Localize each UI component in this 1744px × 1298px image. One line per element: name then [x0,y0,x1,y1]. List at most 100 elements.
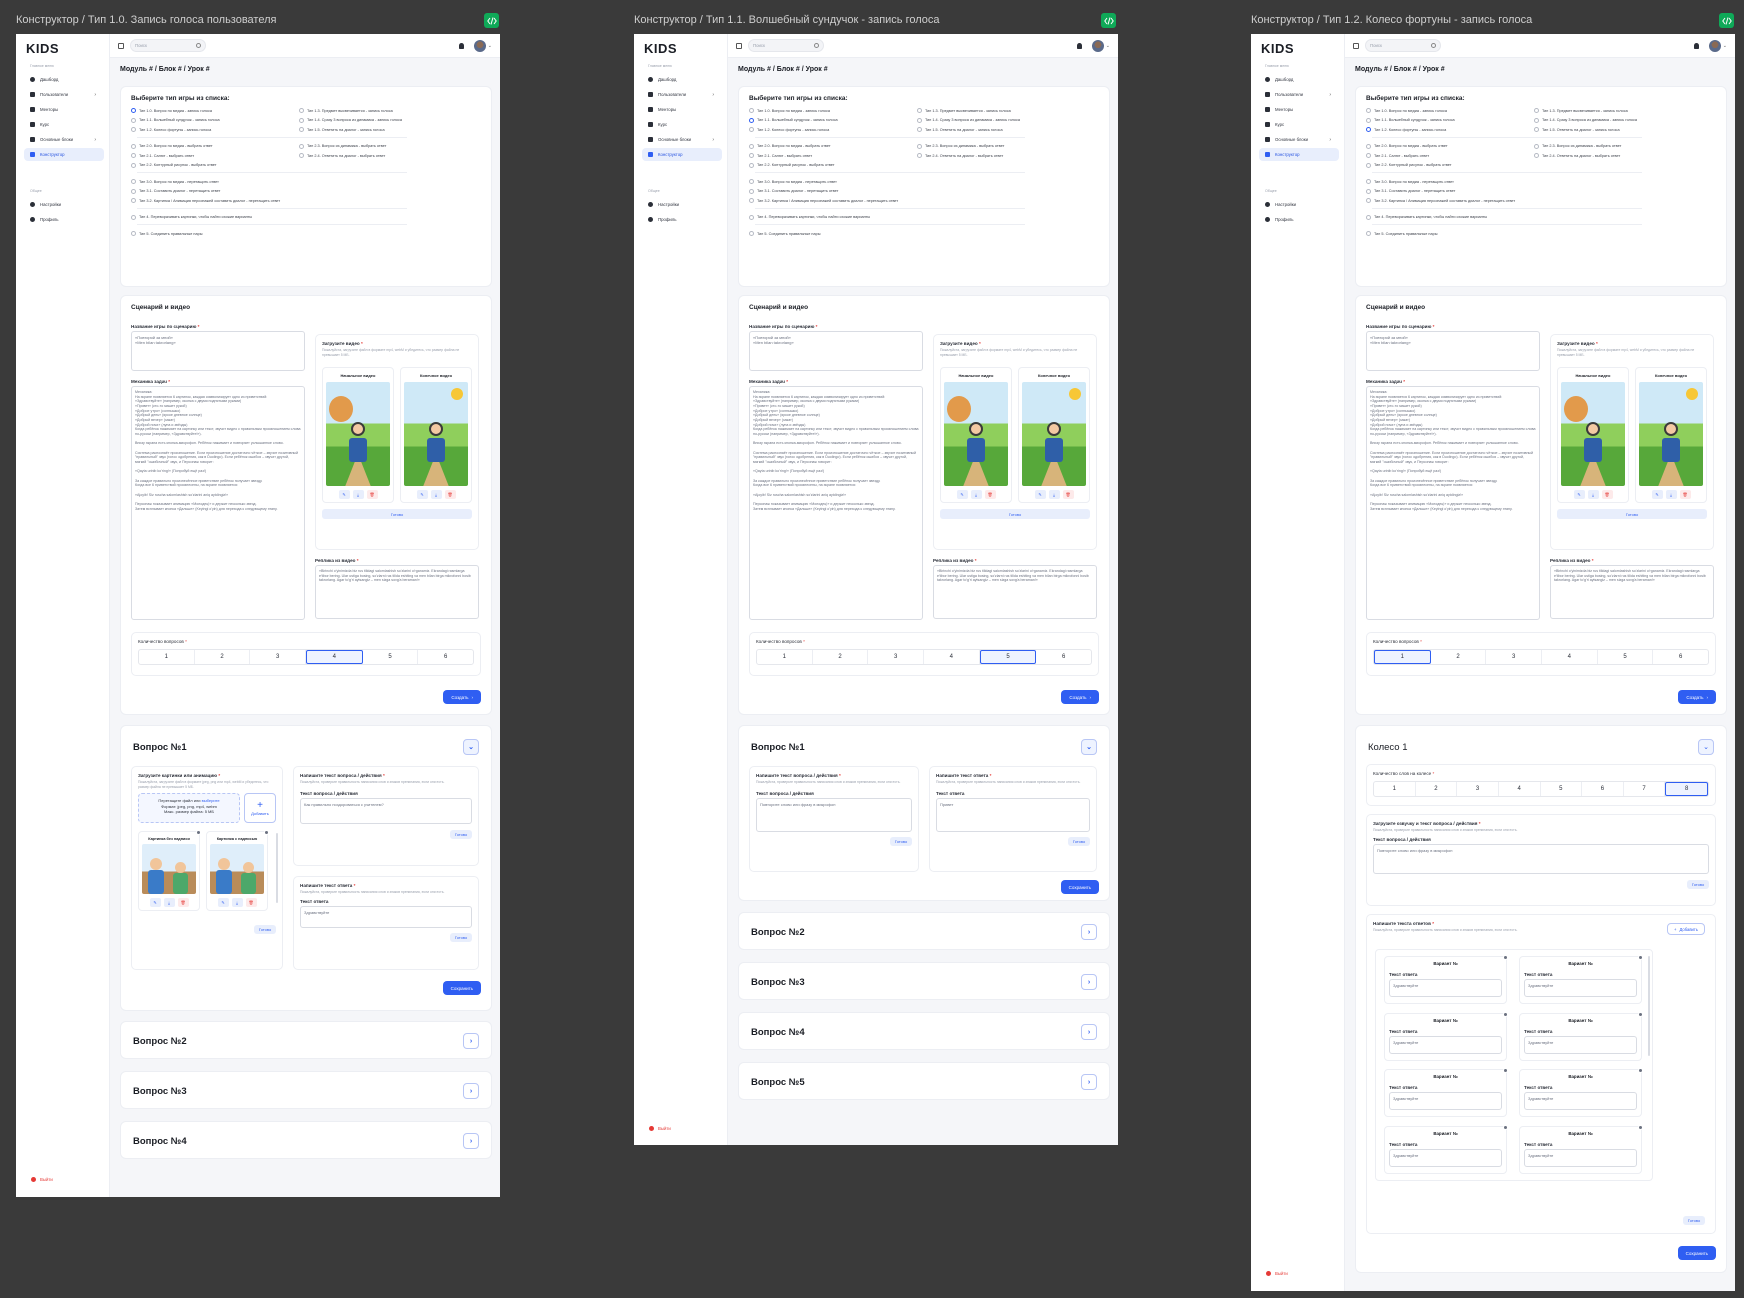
sidebar-item-settings[interactable]: Настройки [16,198,104,211]
type-option[interactable]: Тип 1.3. Предмет высвечивается - запись … [1534,108,1628,114]
type-option[interactable]: Тип 1.0. Вопрос по медиа - запись голоса [131,108,299,114]
ready-button[interactable]: Готово [1683,1216,1705,1225]
ready-button[interactable]: Готово [450,829,472,839]
edit-icon[interactable]: ✎ [149,898,161,908]
type-option[interactable]: Тип 1.4. Сразу 3 вопроса из динамика - з… [917,117,1020,123]
chevron-down-icon[interactable]: ⌄ [1081,739,1097,755]
sidebar-item-profile[interactable]: Профиль [634,213,722,226]
type-option[interactable]: Тип 2.4. Ответить на диалог - выбрать от… [299,153,385,159]
type-option[interactable]: Тип 1.4. Сразу 3 вопроса из динамика - з… [1534,117,1637,123]
type-option[interactable]: Тип 2.2. Контурный рисунок - выбрать отв… [131,162,299,168]
video-thumbnail[interactable] [1561,382,1625,487]
ready-button[interactable]: Готово [890,836,912,846]
video-thumbnail[interactable] [1639,382,1703,487]
type-option[interactable]: Тип 3.1. Составить диалог - перетащить о… [749,188,917,194]
sidebar-item-blocks[interactable]: Основные блоки › [634,133,722,146]
type-option[interactable]: Тип 2.4. Ответить на диалог - выбрать от… [917,153,1003,159]
search-input[interactable]: Поиск [748,39,824,52]
video-thumbnail[interactable] [404,382,468,487]
close-icon[interactable] [1503,1068,1508,1073]
create-button[interactable]: Создать › [1678,690,1716,704]
video-thumbnail[interactable] [326,382,390,487]
sidebar-item-settings[interactable]: Настройки [1251,198,1339,211]
avatar[interactable] [474,39,486,52]
type-option[interactable]: Тип 3.2. Картинка / Анимация персонажей … [1366,198,1515,204]
download-icon[interactable]: ⤓ [352,490,364,500]
trash-icon[interactable]: 🗑 [366,490,378,500]
sidebar-item-users[interactable]: Пользователи › [634,88,722,101]
game-name-input[interactable]: «Повторяй за мной» «Men bilan takrorlang… [749,331,923,371]
type-option[interactable]: Тип 3.2. Картинка / Анимация персонажей … [749,198,898,204]
question-2-card[interactable]: Вопрос №2 › [738,912,1110,950]
download-icon[interactable]: ⤓ [970,490,982,500]
type-option[interactable]: Тип 5. Соединить правильные пары [131,231,299,237]
count-selector[interactable]: 123456 [756,649,1092,665]
answer-input[interactable]: Здравствуйте [1389,979,1502,997]
ready-button[interactable]: Готово [1557,509,1707,520]
chevron-down-icon[interactable]: ⌄ [1106,43,1110,49]
type-option[interactable]: Тип 2.3. Вопрос из динамика - выбрать от… [1534,143,1621,149]
file-dropzone[interactable]: Перетащите файл или выберите Формат: jpeg… [138,793,240,824]
answer-input[interactable]: Здравствуйте [1389,1035,1502,1054]
logout-button[interactable]: Выйти [649,1126,671,1131]
type-option[interactable]: Тип 3.0. Вопрос по медиа - перетащить от… [1366,179,1534,185]
type-option[interactable]: Тип 1.3. Предмет высвечивается - запись … [917,108,1011,114]
type-option[interactable]: Тип 1.1. Волшебный сундучок - запись гол… [131,117,299,123]
answer-input[interactable]: Здравствуйте [1524,1035,1637,1054]
type-option[interactable]: Тип 2.1. Салют - выбрать ответ [131,153,299,159]
type-option[interactable]: Тип 4. Переворачивать картинки, чтобы на… [131,214,252,220]
search-input[interactable]: Поиск [1365,39,1441,52]
chevron-right-icon[interactable]: › [1081,924,1097,940]
save-button[interactable]: Сохранить [1060,880,1099,894]
ready-button[interactable]: Готово [254,925,276,935]
sidebar-toggle-icon[interactable] [118,42,124,49]
sidebar-item-constructor[interactable]: Конструктор [24,148,104,161]
sidebar-item-constructor[interactable]: Конструктор [642,148,722,161]
create-button[interactable]: Создать › [1061,690,1099,704]
type-option[interactable]: Тип 2.0. Вопрос по медиа - выбрать ответ [1366,143,1534,149]
download-icon[interactable]: ⤓ [430,490,442,500]
avatar[interactable] [1092,39,1104,52]
download-icon[interactable]: ⤓ [163,898,175,908]
mechanics-textarea[interactable]: Механика: На экране появляется 6 картино… [131,386,305,620]
sidebar-item-users[interactable]: Пользователи › [16,88,104,101]
type-option[interactable]: Тип 2.1. Салют - выбрать ответ [1366,153,1534,159]
trash-icon[interactable]: 🗑 [984,490,996,500]
download-icon[interactable]: ⤓ [1665,490,1677,500]
question-text-input[interactable]: Повторите слово или фразу в микрофон [1373,843,1709,874]
type-option[interactable]: Тип 1.0. Вопрос по медиа - запись голоса [1366,108,1534,114]
sidebar-item-blocks[interactable]: Основные блоки › [1251,133,1339,146]
type-option[interactable]: Тип 2.2. Контурный рисунок - выбрать отв… [749,162,917,168]
type-option[interactable]: Тип 1.2. Колесо фортуны - запись голоса [749,127,917,133]
ready-button[interactable]: Готово [940,509,1090,520]
mechanics-textarea[interactable]: Механика: На экране появляется 6 картино… [1366,386,1540,620]
ready-button[interactable]: Готово [1068,836,1090,846]
type-option[interactable]: Тип 1.1. Волшебный сундучок - запись гол… [1366,117,1534,123]
type-option[interactable]: Тип 1.0. Вопрос по медиа - запись голоса [749,108,917,114]
question-text-input[interactable]: Повторите слово или фразу в микрофон [756,797,912,832]
chevron-right-icon[interactable]: › [463,1133,479,1149]
type-option[interactable]: Тип 3.1. Составить диалог - перетащить о… [131,188,299,194]
sidebar-item-users[interactable]: Пользователи › [1251,88,1339,101]
count-selector[interactable]: 123456 [1373,649,1709,665]
save-button[interactable]: Сохранить [442,981,481,995]
type-option[interactable]: Тип 1.5. Ответить на диалог - запись гол… [1534,127,1620,133]
sidebar-item-mentors[interactable]: Менторы [1251,103,1339,116]
bell-icon[interactable] [1694,42,1699,49]
trash-icon[interactable]: 🗑 [177,898,189,908]
image-thumbnail[interactable] [210,844,264,895]
add-answer-button[interactable]: + Добавить [1667,923,1705,935]
question-4-card[interactable]: Вопрос №4 › [120,1121,492,1159]
chevron-down-icon[interactable]: ⌄ [1698,739,1714,755]
count-selector[interactable]: 123456 [138,649,474,665]
chevron-right-icon[interactable]: › [1081,1074,1097,1090]
sidebar-item-course[interactable]: Курс [16,118,104,131]
type-option[interactable]: Тип 1.1. Волшебный сундучок - запись гол… [749,117,917,123]
image-thumbnail[interactable] [142,844,196,895]
chevron-down-icon[interactable]: ⌄ [463,739,479,755]
type-option[interactable]: Тип 1.2. Колесо фортуны - запись голоса [1366,127,1534,133]
ready-button[interactable]: Готово [322,509,472,520]
create-button[interactable]: Создать › [443,690,481,704]
close-icon[interactable] [1503,955,1508,960]
edit-icon[interactable]: ✎ [1034,490,1046,500]
